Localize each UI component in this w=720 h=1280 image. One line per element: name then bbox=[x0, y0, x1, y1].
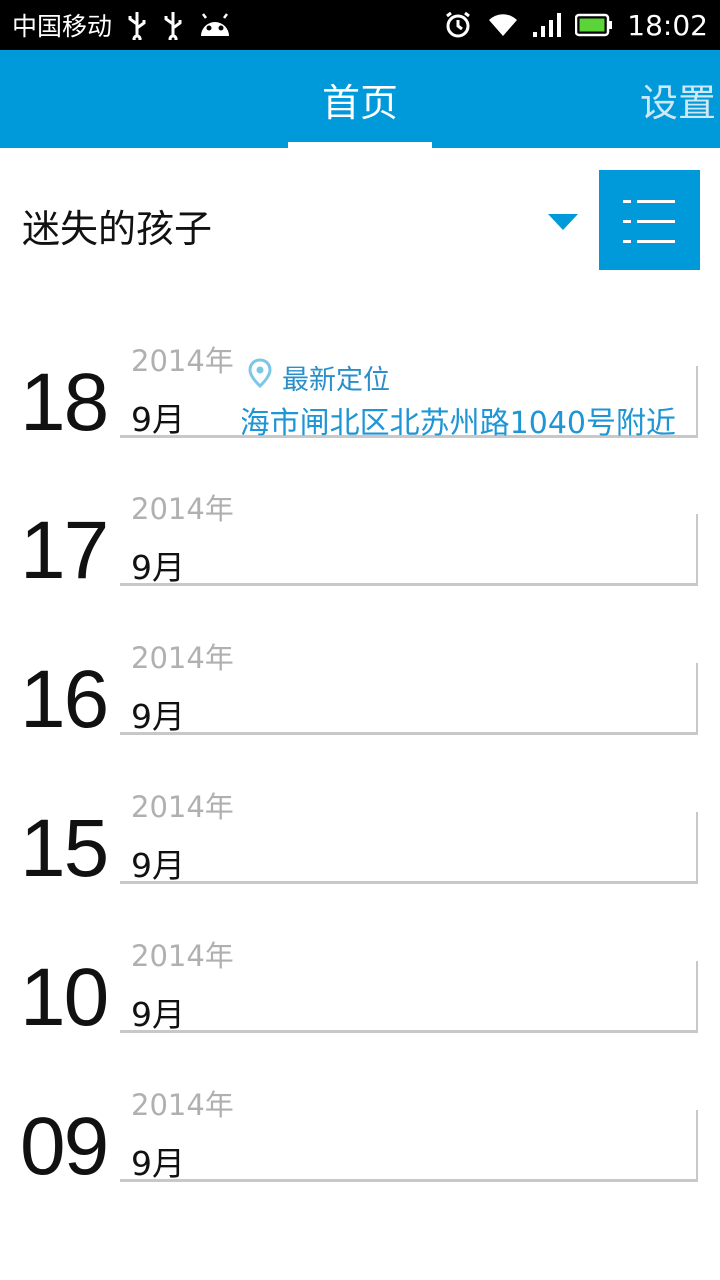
entry-year: 2014年 bbox=[131, 939, 234, 973]
entry-month: 9月 bbox=[131, 400, 185, 439]
entry-year: 2014年 bbox=[131, 492, 234, 526]
tab-home-indicator bbox=[288, 142, 432, 148]
entry-month: 9月 bbox=[131, 548, 185, 587]
tab-settings-label: 设置 bbox=[640, 80, 717, 125]
timeline-entry[interactable]: 17 2014年 9月 bbox=[0, 486, 720, 592]
entry-month: 9月 bbox=[131, 995, 185, 1034]
entry-day: 10 bbox=[20, 952, 109, 1043]
timeline-entry[interactable]: 09 2014年 9月 bbox=[0, 1082, 720, 1188]
entry-day: 16 bbox=[20, 654, 109, 745]
dropdown-arrow-icon[interactable] bbox=[548, 214, 578, 230]
entry-day: 17 bbox=[20, 505, 109, 596]
list-menu-icon bbox=[623, 200, 631, 203]
battery-icon bbox=[575, 13, 613, 37]
signal-icon bbox=[533, 12, 562, 38]
entry-day: 18 bbox=[20, 357, 109, 448]
entry-day: 09 bbox=[20, 1101, 109, 1192]
wifi-icon bbox=[487, 12, 519, 38]
timeline-entry[interactable]: 10 2014年 9月 bbox=[0, 933, 720, 1039]
tab-settings[interactable]: 设置 bbox=[640, 50, 720, 148]
entry-year: 2014年 bbox=[131, 1088, 234, 1122]
entry-month: 9月 bbox=[131, 697, 185, 736]
top-nav: 首页 设置 bbox=[0, 50, 720, 148]
usb-debug-icon bbox=[162, 10, 184, 40]
entry-year: 2014年 bbox=[131, 641, 234, 675]
location-address: 海市闸北区北苏州路1040号附近 bbox=[242, 406, 676, 438]
entry-month: 9月 bbox=[131, 1144, 185, 1183]
tab-home[interactable]: 首页 bbox=[288, 50, 432, 148]
clock: 18:02 bbox=[627, 8, 708, 42]
timeline-entry[interactable]: 15 2014年 9月 bbox=[0, 784, 720, 890]
tab-home-label: 首页 bbox=[321, 80, 398, 125]
device-selector: 迷失的孩子 bbox=[0, 170, 720, 270]
timeline-entry[interactable]: 18 2014年 9月 最新定位 海市闸北区北苏州路1040号附近 bbox=[0, 338, 720, 444]
location-label: 最新定位 bbox=[282, 365, 390, 396]
entry-day: 15 bbox=[20, 803, 109, 894]
selected-device-name[interactable]: 迷失的孩子 bbox=[22, 198, 212, 253]
latest-location[interactable]: 最新定位 海市闸北区北苏州路1040号附近 bbox=[242, 358, 698, 438]
list-menu-button[interactable] bbox=[599, 170, 700, 270]
carrier-name: 中国移动 bbox=[12, 12, 113, 41]
entry-year: 2014年 bbox=[131, 344, 234, 378]
entry-month: 9月 bbox=[131, 846, 185, 885]
entry-year: 2014年 bbox=[131, 790, 234, 824]
status-bar: 中国移动 18:02 bbox=[0, 0, 720, 50]
alarm-icon bbox=[443, 10, 473, 40]
timeline-entry[interactable]: 16 2014年 9月 bbox=[0, 635, 720, 741]
android-icon bbox=[198, 12, 232, 38]
usb-icon bbox=[126, 10, 148, 40]
location-pin-icon bbox=[246, 358, 274, 392]
